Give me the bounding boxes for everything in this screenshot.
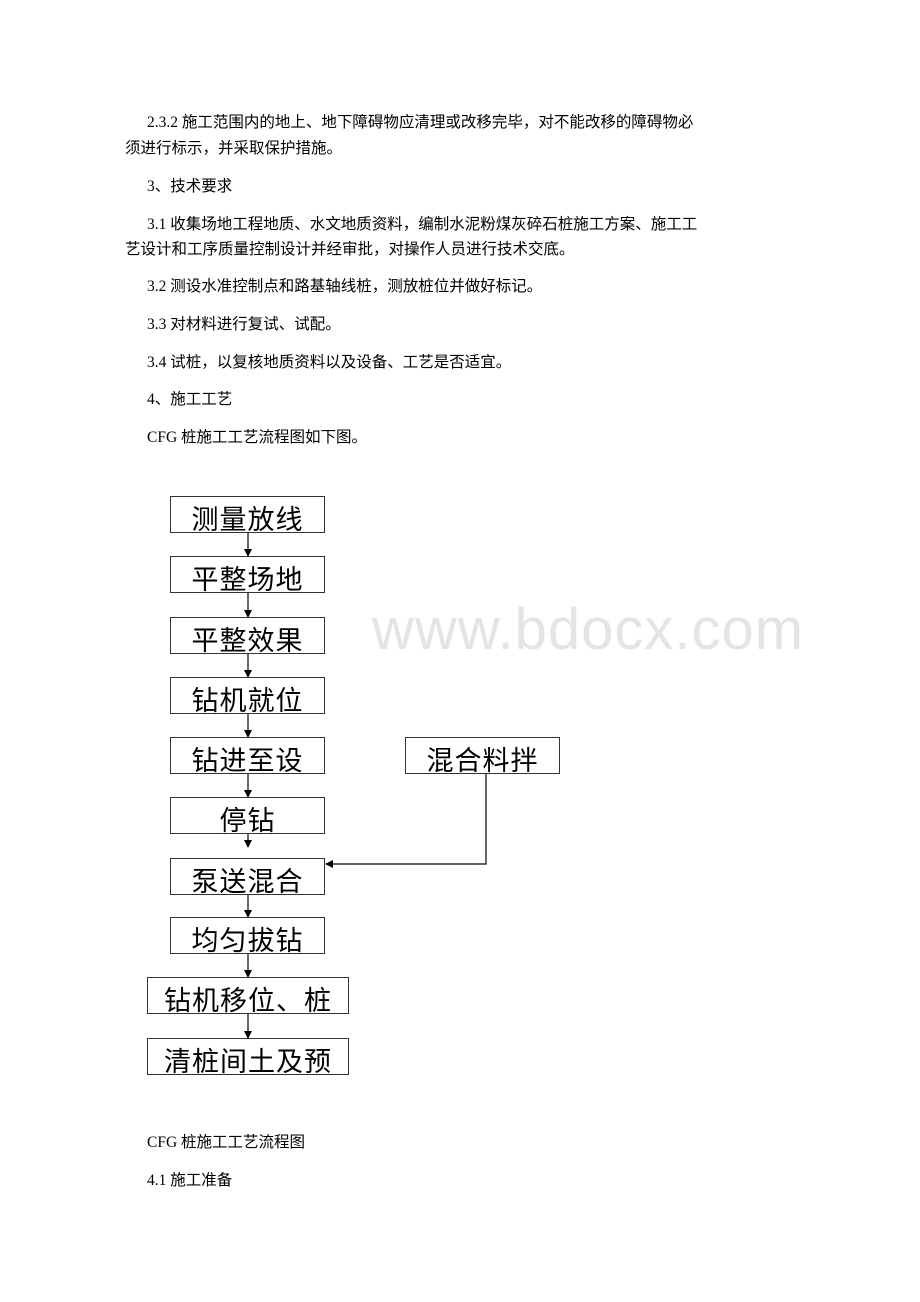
heading-4-1: 4.1 施工准备 [147, 1172, 233, 1189]
flow-step-withdraw-drill: 均匀拔钻 [170, 917, 325, 954]
flow-step-rig-position: 钻机就位 [170, 677, 325, 714]
flow-step-clear-soil: 清桩间土及预 [147, 1038, 349, 1075]
flow-step-level-site: 平整场地 [170, 556, 325, 593]
flow-step-level-effect: 平整效果 [170, 617, 325, 654]
flow-step-survey: 测量放线 [170, 496, 325, 533]
flow-step-pump-mix: 泵送混合 [170, 858, 325, 895]
flowchart-connectors [244, 532, 487, 1039]
flow-step-mix-material: 混合料拌 [405, 737, 560, 774]
figure-caption: CFG 桩施工工艺流程图 [147, 1134, 306, 1151]
flow-step-rig-move: 钻机移位、桩 [147, 977, 349, 1014]
side-connector [325, 774, 487, 868]
flow-step-drill-to-depth: 钻进至设 [170, 737, 325, 774]
flow-step-stop-drill: 停钻 [170, 797, 325, 834]
